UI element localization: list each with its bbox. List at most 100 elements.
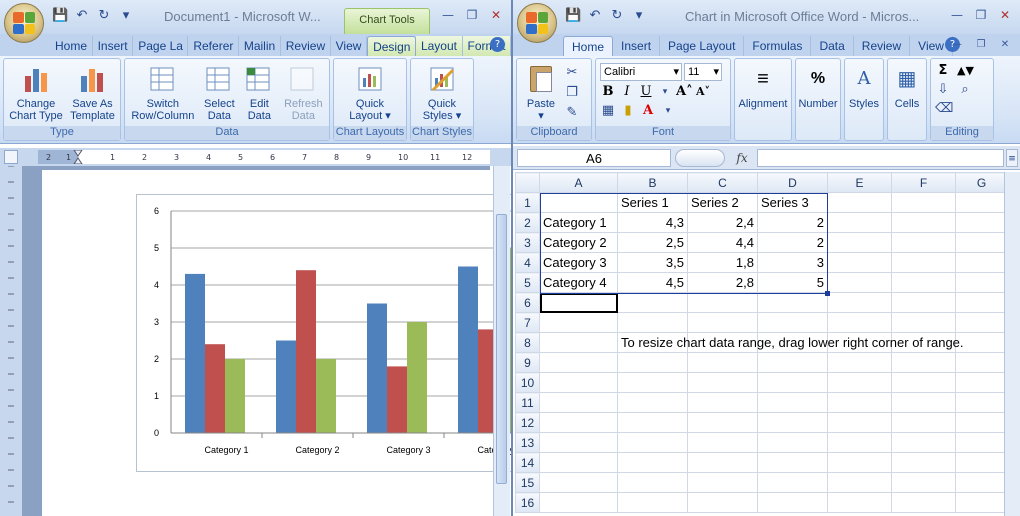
cell[interactable] xyxy=(955,452,1008,473)
row-header[interactable]: 14 xyxy=(515,452,540,473)
worksheet-grid[interactable]: A B C D E F G 1 Series 1 Series 2 Series 3 2 Categor… xyxy=(515,172,1008,513)
cell[interactable] xyxy=(757,432,828,453)
cell[interactable] xyxy=(827,372,892,393)
row-header[interactable]: 7 xyxy=(515,312,540,333)
row-header[interactable]: 9 xyxy=(515,352,540,373)
cell[interactable] xyxy=(955,292,1008,313)
cell[interactable]: Category 3 xyxy=(539,252,618,273)
cells-button[interactable]: ▦ Cells xyxy=(892,61,922,124)
cell[interactable]: 2 xyxy=(757,232,828,253)
workbook-restore-icon[interactable]: ❐ xyxy=(970,36,992,54)
cell[interactable]: 1,8 xyxy=(687,252,758,273)
word-tab-review[interactable]: Review xyxy=(281,36,331,56)
cell[interactable]: 2 xyxy=(757,212,828,233)
excel-tab-home[interactable]: Home xyxy=(563,36,614,56)
word-vertical-scrollbar[interactable] xyxy=(493,166,510,516)
fill-icon[interactable]: ⇩ xyxy=(935,82,951,98)
fill-color-icon[interactable]: ▮ xyxy=(620,103,636,119)
cell[interactable] xyxy=(891,252,956,273)
close-icon[interactable]: ✕ xyxy=(994,6,1016,24)
word-tab-view[interactable]: View xyxy=(331,36,368,56)
cell[interactable] xyxy=(891,212,956,233)
cell[interactable] xyxy=(891,352,956,373)
cell[interactable] xyxy=(955,232,1008,253)
cell[interactable] xyxy=(891,492,956,513)
office-button[interactable] xyxy=(517,3,557,43)
cell[interactable]: Category 1 xyxy=(539,212,618,233)
cell[interactable] xyxy=(891,192,956,213)
word-tab-layout[interactable]: Layout xyxy=(415,36,463,56)
styles-button[interactable]: A Styles xyxy=(849,61,879,124)
document-page[interactable]: 0123456Category 1Category 2Category 3Cat… xyxy=(42,170,511,516)
bar-series-3-category-3[interactable] xyxy=(407,322,427,433)
row-header[interactable]: 10 xyxy=(515,372,540,393)
cell[interactable] xyxy=(687,372,758,393)
redo-icon[interactable]: ↻ xyxy=(96,8,112,24)
clear-icon[interactable]: ⌫ xyxy=(935,101,953,117)
cell[interactable] xyxy=(955,212,1008,233)
select-all-corner[interactable] xyxy=(515,172,540,193)
row-header[interactable]: 1 xyxy=(515,192,540,213)
font-color-dropdown-icon[interactable]: ▾ xyxy=(660,103,676,119)
cell[interactable] xyxy=(827,252,892,273)
redo-icon[interactable]: ↻ xyxy=(609,8,625,24)
row-header[interactable]: 8 xyxy=(515,332,540,353)
font-name-select[interactable]: Calibri ▾ xyxy=(600,63,682,81)
autosum-icon[interactable]: Σ xyxy=(935,63,951,79)
row-header[interactable]: 2 xyxy=(515,212,540,233)
excel-tab-review[interactable]: Review xyxy=(854,36,911,56)
excel-tab-pagelayout[interactable]: Page Layout xyxy=(660,36,745,56)
word-help-icon[interactable]: ? xyxy=(490,37,505,52)
cell[interactable] xyxy=(757,352,828,373)
cell[interactable] xyxy=(891,472,956,493)
qat-customize-icon[interactable]: ▾ xyxy=(118,8,134,24)
cell[interactable] xyxy=(891,292,956,313)
cell[interactable] xyxy=(617,412,688,433)
change-chart-type-button[interactable]: Change Chart Type xyxy=(9,61,63,124)
paste-button[interactable]: Paste ▾ xyxy=(519,61,563,124)
cell[interactable] xyxy=(617,292,688,313)
excel-vertical-scrollbar[interactable] xyxy=(1004,172,1020,516)
column-header[interactable]: G xyxy=(955,172,1008,193)
cell[interactable] xyxy=(687,452,758,473)
cell[interactable]: 3 xyxy=(757,252,828,273)
cell[interactable] xyxy=(539,372,618,393)
cell[interactable] xyxy=(757,412,828,433)
cell[interactable] xyxy=(955,192,1008,213)
cell[interactable] xyxy=(955,272,1008,293)
quick-layout-button[interactable]: Quick Layout ▾ xyxy=(349,61,391,124)
cell[interactable] xyxy=(955,392,1008,413)
cell[interactable] xyxy=(827,452,892,473)
cell[interactable] xyxy=(757,392,828,413)
cell[interactable] xyxy=(687,292,758,313)
cell[interactable] xyxy=(539,292,618,313)
row-header[interactable]: 6 xyxy=(515,292,540,313)
cell[interactable]: Category 2 xyxy=(539,232,618,253)
minimize-icon[interactable]: — xyxy=(946,6,968,24)
cell[interactable] xyxy=(617,372,688,393)
bar-series-2-category-1[interactable] xyxy=(205,344,225,433)
expand-formula-bar-icon[interactable]: ≡ xyxy=(1006,149,1018,167)
cell[interactable] xyxy=(827,272,892,293)
cell[interactable]: Category 4 xyxy=(539,272,618,293)
formula-input[interactable] xyxy=(757,149,1004,167)
cell[interactable] xyxy=(617,352,688,373)
row-header[interactable]: 16 xyxy=(515,492,540,513)
column-header[interactable]: B xyxy=(617,172,688,193)
bar-series-1-category-3[interactable] xyxy=(367,303,387,434)
cell[interactable] xyxy=(827,232,892,253)
row-header[interactable]: 12 xyxy=(515,412,540,433)
save-as-template-button[interactable]: Save As Template xyxy=(70,61,115,124)
embedded-chart[interactable]: 0123456Category 1Category 2Category 3Cat… xyxy=(136,194,511,472)
cell[interactable] xyxy=(757,292,828,313)
column-header[interactable]: F xyxy=(891,172,956,193)
word-tab-mailin[interactable]: Mailin xyxy=(239,36,281,56)
cell[interactable]: 2,8 xyxy=(687,272,758,293)
cell[interactable] xyxy=(539,392,618,413)
cell[interactable] xyxy=(539,332,618,353)
cell[interactable]: 4,5 xyxy=(617,272,688,293)
cell[interactable] xyxy=(617,452,688,473)
undo-icon[interactable]: ↶ xyxy=(587,8,603,24)
cell[interactable] xyxy=(757,492,828,513)
cell[interactable] xyxy=(687,352,758,373)
